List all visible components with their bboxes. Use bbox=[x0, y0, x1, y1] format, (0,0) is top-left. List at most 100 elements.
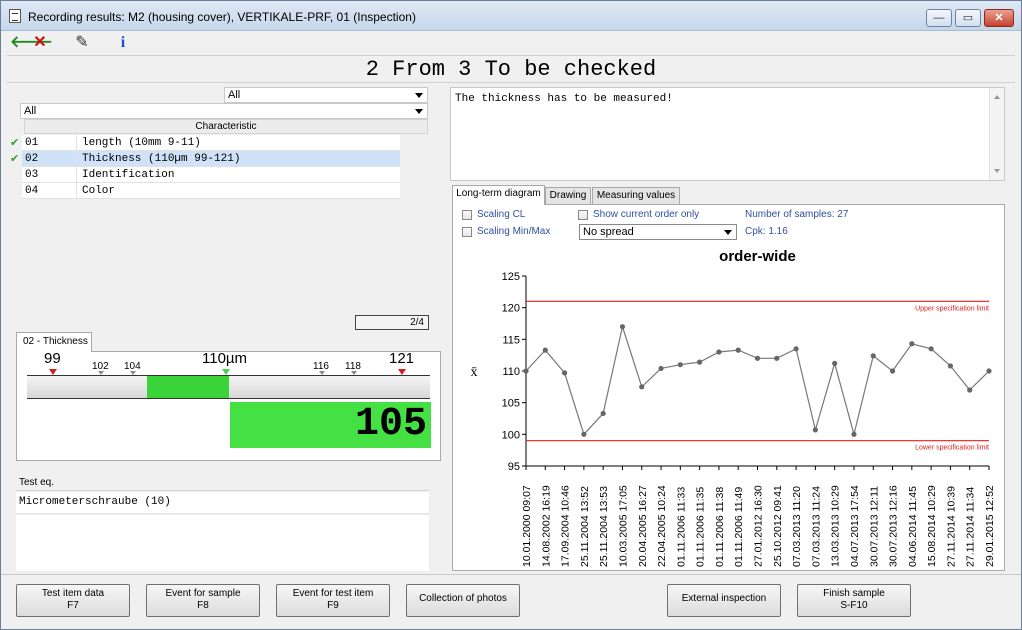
characteristic-number: 01 bbox=[25, 135, 77, 151]
x-tick-label: 10.03.2005 17:05 bbox=[617, 485, 629, 567]
data-point bbox=[716, 349, 722, 355]
x-tick-label: 14.08.2002 16:19 bbox=[540, 485, 552, 567]
y-tick-label: 110 bbox=[502, 366, 520, 378]
scroll-down-icon[interactable] bbox=[994, 169, 1000, 173]
tab-long-term-diagram[interactable]: Long-term diagram bbox=[452, 185, 545, 205]
series-line bbox=[525, 324, 990, 437]
x-tick-label: 07.03.2013 11:20 bbox=[791, 486, 803, 567]
data-point bbox=[870, 353, 876, 359]
scaling-cl-label: Scaling CL bbox=[477, 209, 526, 220]
characteristic-name: Color bbox=[82, 185, 116, 197]
show-current-order-checkbox[interactable] bbox=[578, 210, 588, 220]
list-item[interactable]: ✔ 01 length (10mm 9-11) bbox=[10, 135, 400, 151]
data-point bbox=[909, 341, 915, 347]
checkmark-icon: ✔ bbox=[10, 153, 20, 165]
event-for-test-item-button[interactable]: Event for test item F9 bbox=[276, 584, 390, 617]
scaling-cl-checkbox[interactable] bbox=[462, 210, 472, 220]
x-tick-label: 01.11.2006 11:38 bbox=[714, 487, 726, 567]
characteristic-name: Identification bbox=[82, 169, 175, 181]
data-point bbox=[793, 346, 799, 352]
data-point bbox=[928, 346, 934, 352]
data-point bbox=[600, 410, 606, 417]
x-tick-label: 07.03.2013 11:24 bbox=[810, 486, 822, 567]
filter-select-second[interactable]: All bbox=[20, 103, 428, 119]
test-equipment-list bbox=[16, 515, 429, 571]
x-tick-label: 04.06.2014 11:45 bbox=[907, 486, 919, 567]
x-tick-label: 27.01.2012 16:30 bbox=[753, 485, 765, 567]
chevron-down-icon bbox=[724, 230, 732, 235]
edit-document-icon[interactable]: ✎ bbox=[73, 34, 91, 52]
y-tick-label: 115 bbox=[502, 334, 520, 346]
test-item-data-shortcut: F7 bbox=[67, 600, 79, 611]
back-arrow-icon[interactable]: 🡐 bbox=[10, 34, 53, 52]
list-item[interactable]: 04 Color bbox=[22, 183, 400, 199]
scale-label-lsl: 99 bbox=[44, 350, 61, 367]
data-point bbox=[812, 427, 818, 433]
window-title: Recording results: M2 (housing cover), V… bbox=[28, 10, 416, 24]
x-tick-label: 30.07.2013 12:16 bbox=[888, 485, 900, 567]
characteristic-name: Thickness (110µm 99-121) bbox=[82, 153, 241, 165]
x-tick-label: 25.10.2012 09:41 bbox=[772, 485, 784, 567]
info-icon[interactable]: i bbox=[114, 34, 132, 52]
characteristic-number: 02 bbox=[25, 151, 77, 167]
test-item-data-button[interactable]: Test item data F7 bbox=[16, 584, 130, 617]
data-point bbox=[581, 431, 587, 437]
tab-measuring-values[interactable]: Measuring values bbox=[592, 187, 680, 205]
minimize-button[interactable]: — bbox=[926, 9, 952, 27]
characteristic-column-header[interactable]: Characteristic bbox=[24, 119, 428, 134]
cpk-label: Cpk: 1.16 bbox=[745, 226, 788, 237]
external-inspection-button[interactable]: External inspection bbox=[667, 584, 781, 617]
tab-thickness[interactable]: 02 - Thickness bbox=[16, 332, 92, 352]
scaling-minmax-checkbox[interactable] bbox=[462, 227, 472, 237]
title-bar[interactable]: Recording results: M2 (housing cover), V… bbox=[1, 1, 1021, 31]
close-button[interactable]: ✕ bbox=[984, 9, 1014, 27]
event-for-sample-label: Event for sample bbox=[165, 588, 241, 599]
filter-select-second-value: All bbox=[24, 105, 37, 117]
x-tick-label: 27.11.2014 11:34 bbox=[965, 487, 977, 567]
finish-sample-label: Finish sample bbox=[823, 588, 885, 599]
x-tick-label: 25.11.2004 13:52 bbox=[579, 486, 591, 567]
chevron-down-icon bbox=[415, 93, 423, 98]
maximize-button[interactable]: ▭ bbox=[955, 9, 981, 27]
chart-title: order-wide bbox=[719, 248, 796, 265]
y-axis-label: x̄ bbox=[471, 365, 478, 380]
data-point bbox=[889, 368, 896, 374]
cancel-x-icon[interactable]: ✕ bbox=[31, 34, 49, 52]
vertical-scrollbar[interactable] bbox=[989, 88, 1004, 180]
finish-sample-button[interactable]: Finish sample S-F10 bbox=[797, 584, 911, 617]
measurement-panel: 99 102 104 110µm 116 118 121 105 bbox=[16, 350, 441, 461]
instruction-textbox[interactable]: The thickness has to be measured! bbox=[450, 87, 1005, 181]
chevron-down-icon bbox=[415, 109, 423, 114]
event-for-test-item-shortcut: F9 bbox=[327, 600, 339, 611]
scale-label-nominal: 110µm bbox=[202, 350, 248, 367]
list-item-selected[interactable]: ✔ 02 Thickness (110µm 99-121) bbox=[10, 151, 400, 167]
data-point bbox=[851, 431, 857, 437]
filter-select-top-value: All bbox=[228, 89, 241, 101]
data-point bbox=[735, 347, 741, 353]
spread-select[interactable]: No spread bbox=[579, 224, 737, 240]
checkmark-icon: ✔ bbox=[10, 137, 20, 149]
document-icon bbox=[9, 9, 21, 23]
test-equipment-header: Test eq. bbox=[16, 476, 429, 491]
event-for-sample-button[interactable]: Event for sample F8 bbox=[146, 584, 260, 617]
show-current-order-label: Show current order only bbox=[593, 209, 700, 220]
sample-count-label: Number of samples: 27 bbox=[745, 209, 849, 220]
data-point bbox=[542, 347, 548, 353]
x-tick-label: 10.01.2000 09:07 bbox=[521, 485, 533, 567]
x-tick-label: 20.04.2005 16:27 bbox=[637, 485, 649, 567]
spec-limit-label: Lower specification limit bbox=[915, 445, 989, 452]
y-tick-label: 100 bbox=[502, 429, 520, 441]
left-panel: All All Characteristic ✔ 01 length (10mm… bbox=[8, 87, 446, 571]
tab-drawing[interactable]: Drawing bbox=[545, 187, 591, 205]
filter-select-top[interactable]: All bbox=[224, 87, 428, 103]
x-tick-label: 01.11.2006 11:49 bbox=[733, 487, 745, 567]
data-point bbox=[986, 368, 992, 374]
long-term-chart: order-wide x̄ 95 100 105 110 115 120 125 Upper sp… bbox=[471, 248, 997, 567]
list-item[interactable]: 03 Identification bbox=[22, 167, 400, 183]
scroll-up-icon[interactable] bbox=[994, 95, 1000, 99]
data-point bbox=[677, 362, 683, 368]
data-point bbox=[561, 370, 568, 376]
collection-of-photos-button[interactable]: Collection of photos bbox=[406, 584, 520, 617]
test-equipment-row[interactable]: Micrometerschraube (10) bbox=[16, 492, 429, 514]
toolbar: 🡐 ✕ ✎ i bbox=[1, 32, 1021, 54]
